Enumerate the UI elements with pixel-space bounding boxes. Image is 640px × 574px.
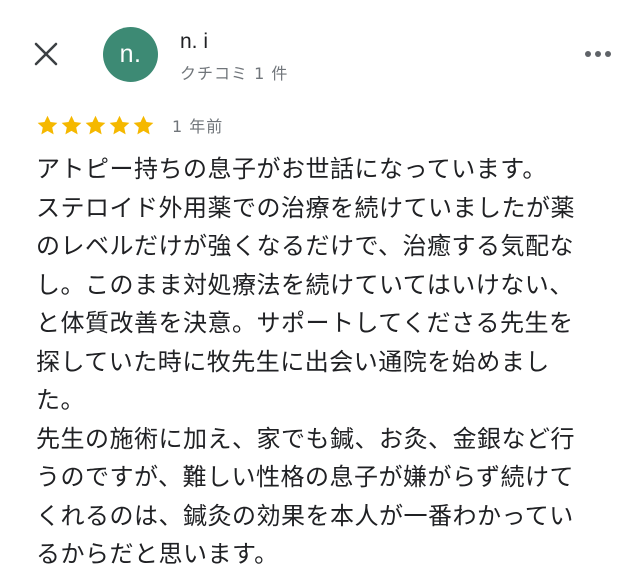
reviewer-review-count: クチコミ 1 件 — [180, 64, 289, 83]
reviewer-name[interactable]: n. i — [180, 30, 208, 54]
review-text-line: と体質改善を決意。サポートしてくださる先生を — [36, 309, 574, 337]
star-icon — [37, 115, 58, 134]
more-dot — [595, 51, 601, 57]
close-button[interactable] — [28, 36, 64, 72]
more-options-button[interactable] — [580, 42, 616, 66]
review-text-line: 探していた時に牧先生に出会い通院を始めまし — [36, 347, 550, 376]
review-body: アトピー持ちの息子がお世話になっています。 ステロイド外用薬での治療を続けていまし… — [36, 150, 616, 574]
more-dot — [605, 51, 611, 57]
star-rating — [36, 114, 155, 137]
review-text-line: し。このまま対処療法を続けていてはいけない、 — [36, 270, 574, 299]
star-icon — [133, 115, 154, 134]
review-text-line: 先生の施術に加え、家でも鍼、お灸、金銀など行 — [36, 424, 575, 453]
avatar[interactable]: n. — [103, 27, 158, 82]
review-text-line: くれるのは、鍼灸の効果を本人が一番わかってい — [36, 501, 574, 530]
star-icon — [109, 115, 130, 134]
star-icon — [85, 115, 106, 134]
review-text-line: ステロイド外用薬での治療を続けていましたが薬 — [36, 193, 575, 222]
more-horizontal-icon — [585, 51, 591, 57]
review-text-line: た。 — [36, 386, 85, 414]
review-text-line: るからだと思います。 — [36, 540, 279, 568]
review-text-line: うのですが、難しい性格の息子が嫌がらず続けて — [36, 463, 575, 491]
star-icon — [61, 115, 82, 134]
review-detail-panel: n. n. i クチコミ 1 件 1 年前 アトピー持ちの息子がお世話になってい… — [0, 0, 640, 568]
review-text-line: アトピー持ちの息子がお世話になっています。 — [36, 155, 547, 183]
avatar-initials: n. — [119, 40, 142, 68]
close-icon — [34, 42, 58, 66]
review-date: 1 年前 — [172, 117, 224, 136]
review-text-line: のレベルだけが強くなるだけで、治癒する気配な — [36, 232, 575, 260]
rating-row: 1 年前 — [36, 112, 223, 138]
